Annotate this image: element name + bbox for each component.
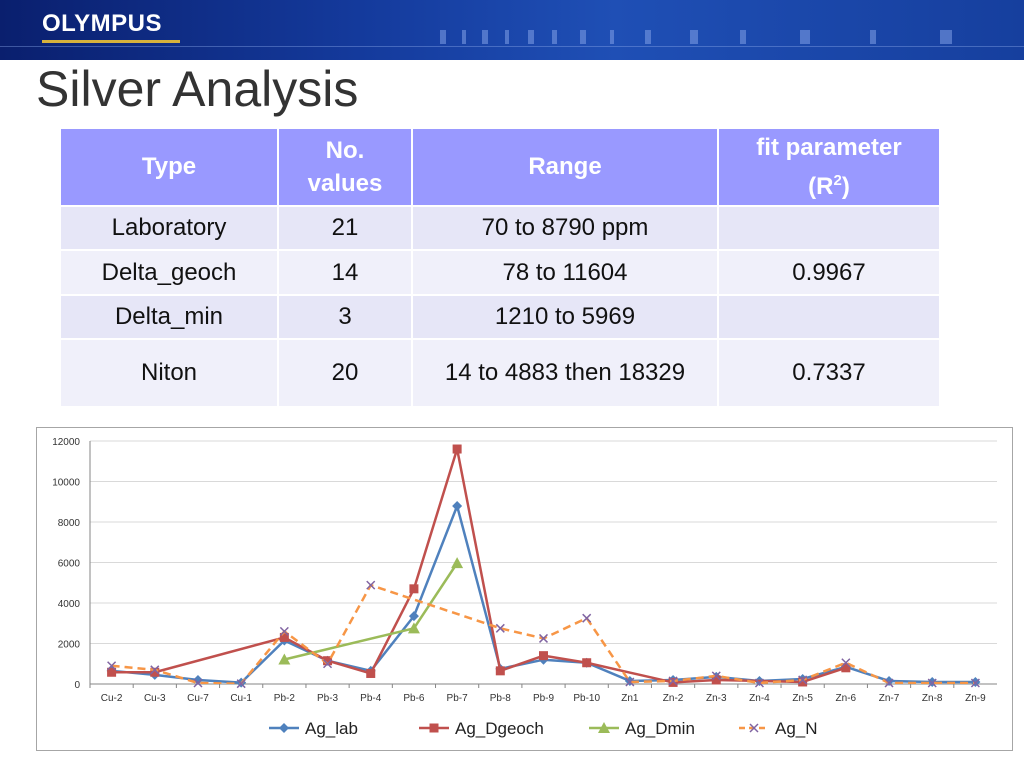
table-row: Niton 20 14 to 4883 then 18329 0.7337 bbox=[59, 338, 941, 408]
x-tick-label: Zn-6 bbox=[836, 693, 857, 704]
x-tick-label: Zn1 bbox=[621, 693, 639, 704]
banner-decoration bbox=[0, 46, 1024, 47]
olympus-logo: OLYMPUS bbox=[42, 10, 162, 37]
banner-decoration bbox=[940, 30, 952, 44]
header-type: Type bbox=[59, 127, 279, 207]
x-tick-label: Pb-8 bbox=[490, 693, 512, 704]
x-tick-label: Pb-4 bbox=[360, 693, 382, 704]
cell-range: 14 to 4883 then 18329 bbox=[411, 338, 719, 408]
banner-decoration bbox=[462, 30, 466, 44]
legend-marker-ag-dgeoch bbox=[429, 723, 439, 733]
x-tick-label: Zn-3 bbox=[706, 693, 727, 704]
y-tick-label: 0 bbox=[74, 680, 80, 691]
x-tick-label: Cu-3 bbox=[144, 693, 166, 704]
data-point-ag-dgeoch bbox=[539, 651, 548, 661]
banner-decoration bbox=[552, 30, 557, 44]
data-point-ag-n bbox=[582, 613, 592, 623]
cell-fit bbox=[717, 294, 941, 340]
legend-label-ag-dgeoch: Ag_Dgeoch bbox=[455, 719, 544, 738]
table-header-row: Type No. values Range fit parameter (R2) bbox=[59, 127, 941, 207]
cell-type: Delta_geoch bbox=[59, 249, 279, 296]
logo-underline bbox=[42, 40, 180, 43]
cell-count: 21 bbox=[277, 205, 413, 251]
data-point-ag-dgeoch bbox=[452, 444, 462, 454]
cell-type: Niton bbox=[59, 338, 279, 408]
table-row: Delta_min 3 1210 to 5969 bbox=[59, 294, 941, 340]
legend-label-ag-lab: Ag_lab bbox=[305, 719, 358, 738]
banner-decoration bbox=[645, 30, 651, 44]
legend-marker-ag-lab bbox=[279, 723, 289, 733]
x-tick-label: Cu-1 bbox=[230, 693, 252, 704]
cell-range: 70 to 8790 ppm bbox=[411, 205, 719, 251]
x-tick-label: Pb-10 bbox=[573, 693, 600, 704]
y-tick-label: 6000 bbox=[58, 559, 81, 570]
x-tick-label: Pb-2 bbox=[274, 693, 296, 704]
banner-decoration bbox=[690, 30, 698, 44]
header-banner: OLYMPUS bbox=[0, 0, 1024, 60]
line-chart: 0 2000 4000 6000 8000 10000 12000 Cu-2 Cu-3 Cu-7 C… bbox=[52, 437, 997, 738]
data-point-ag-lab bbox=[452, 501, 463, 512]
y-tick-label: 2000 bbox=[58, 640, 81, 651]
header-range: Range bbox=[411, 127, 719, 207]
data-point-ag-dgeoch bbox=[582, 658, 592, 668]
x-tick-label: Zn-5 bbox=[792, 693, 813, 704]
page-title: Silver Analysis bbox=[36, 61, 359, 117]
data-point-ag-dgeoch bbox=[366, 668, 376, 678]
series-line-ag-dmin bbox=[284, 562, 459, 661]
banner-decoration bbox=[528, 30, 534, 44]
x-tick-label: Zn-7 bbox=[879, 693, 900, 704]
header-fit-parameter: fit parameter (R2) bbox=[717, 127, 941, 207]
banner-decoration bbox=[505, 30, 509, 44]
fit-header-suffix: ) bbox=[841, 173, 850, 200]
y-tick-label: 12000 bbox=[52, 437, 80, 448]
y-tick-label: 8000 bbox=[58, 518, 81, 529]
data-point-ag-dgeoch bbox=[495, 666, 505, 676]
cell-range: 1210 to 5969 bbox=[411, 294, 719, 340]
cell-count: 20 bbox=[277, 338, 413, 408]
x-tick-label: Zn-4 bbox=[749, 693, 770, 704]
legend-label-ag-dmin: Ag_Dmin bbox=[625, 719, 695, 738]
cell-fit: 0.9967 bbox=[717, 249, 941, 296]
legend-label-ag-n: Ag_N bbox=[775, 719, 818, 738]
cell-range: 78 to 11604 bbox=[411, 249, 719, 296]
cell-type: Laboratory bbox=[59, 205, 279, 251]
table-row: Delta_geoch 14 78 to 11604 0.9967 bbox=[59, 249, 941, 296]
fit-header-sup: 2 bbox=[833, 172, 842, 189]
x-tick-label: Zn-9 bbox=[965, 693, 986, 704]
banner-decoration bbox=[800, 30, 810, 44]
banner-decoration bbox=[482, 30, 488, 44]
fit-header-line1: fit parameter bbox=[756, 134, 902, 161]
data-point-ag-dgeoch bbox=[409, 584, 419, 594]
table-row: Laboratory 21 70 to 8790 ppm bbox=[59, 205, 941, 251]
x-tick-label: Pb-6 bbox=[403, 693, 425, 704]
banner-decoration bbox=[580, 30, 586, 44]
cell-count: 3 bbox=[277, 294, 413, 340]
chart-container: 0 2000 4000 6000 8000 10000 12000 Cu-2 Cu-3 Cu-7 C… bbox=[36, 427, 1013, 751]
silver-analysis-table: Type No. values Range fit parameter (R2)… bbox=[59, 127, 941, 408]
fit-header-prefix: (R bbox=[808, 173, 834, 200]
x-tick-label: Pb-9 bbox=[533, 693, 555, 704]
series-line-ag-dgeoch bbox=[111, 447, 847, 684]
x-tick-label: Zn-2 bbox=[663, 693, 684, 704]
x-tick-label: Cu-7 bbox=[187, 693, 209, 704]
banner-decoration bbox=[870, 30, 876, 44]
x-tick-label: Pb-3 bbox=[317, 693, 339, 704]
banner-decoration bbox=[440, 30, 446, 44]
banner-decoration bbox=[740, 30, 746, 44]
x-tick-label: Zn-8 bbox=[922, 693, 943, 704]
cell-fit: 0.7337 bbox=[717, 338, 941, 408]
y-tick-label: 4000 bbox=[58, 599, 81, 610]
cell-count: 14 bbox=[277, 249, 413, 296]
banner-decoration bbox=[610, 30, 614, 44]
x-tick-label: Pb-7 bbox=[447, 693, 469, 704]
y-tick-label: 10000 bbox=[52, 478, 80, 489]
cell-fit bbox=[717, 205, 941, 251]
x-tick-label: Cu-2 bbox=[101, 693, 123, 704]
cell-type: Delta_min bbox=[59, 294, 279, 340]
data-point-ag-dgeoch bbox=[668, 677, 678, 687]
header-no-values: No. values bbox=[277, 127, 413, 207]
